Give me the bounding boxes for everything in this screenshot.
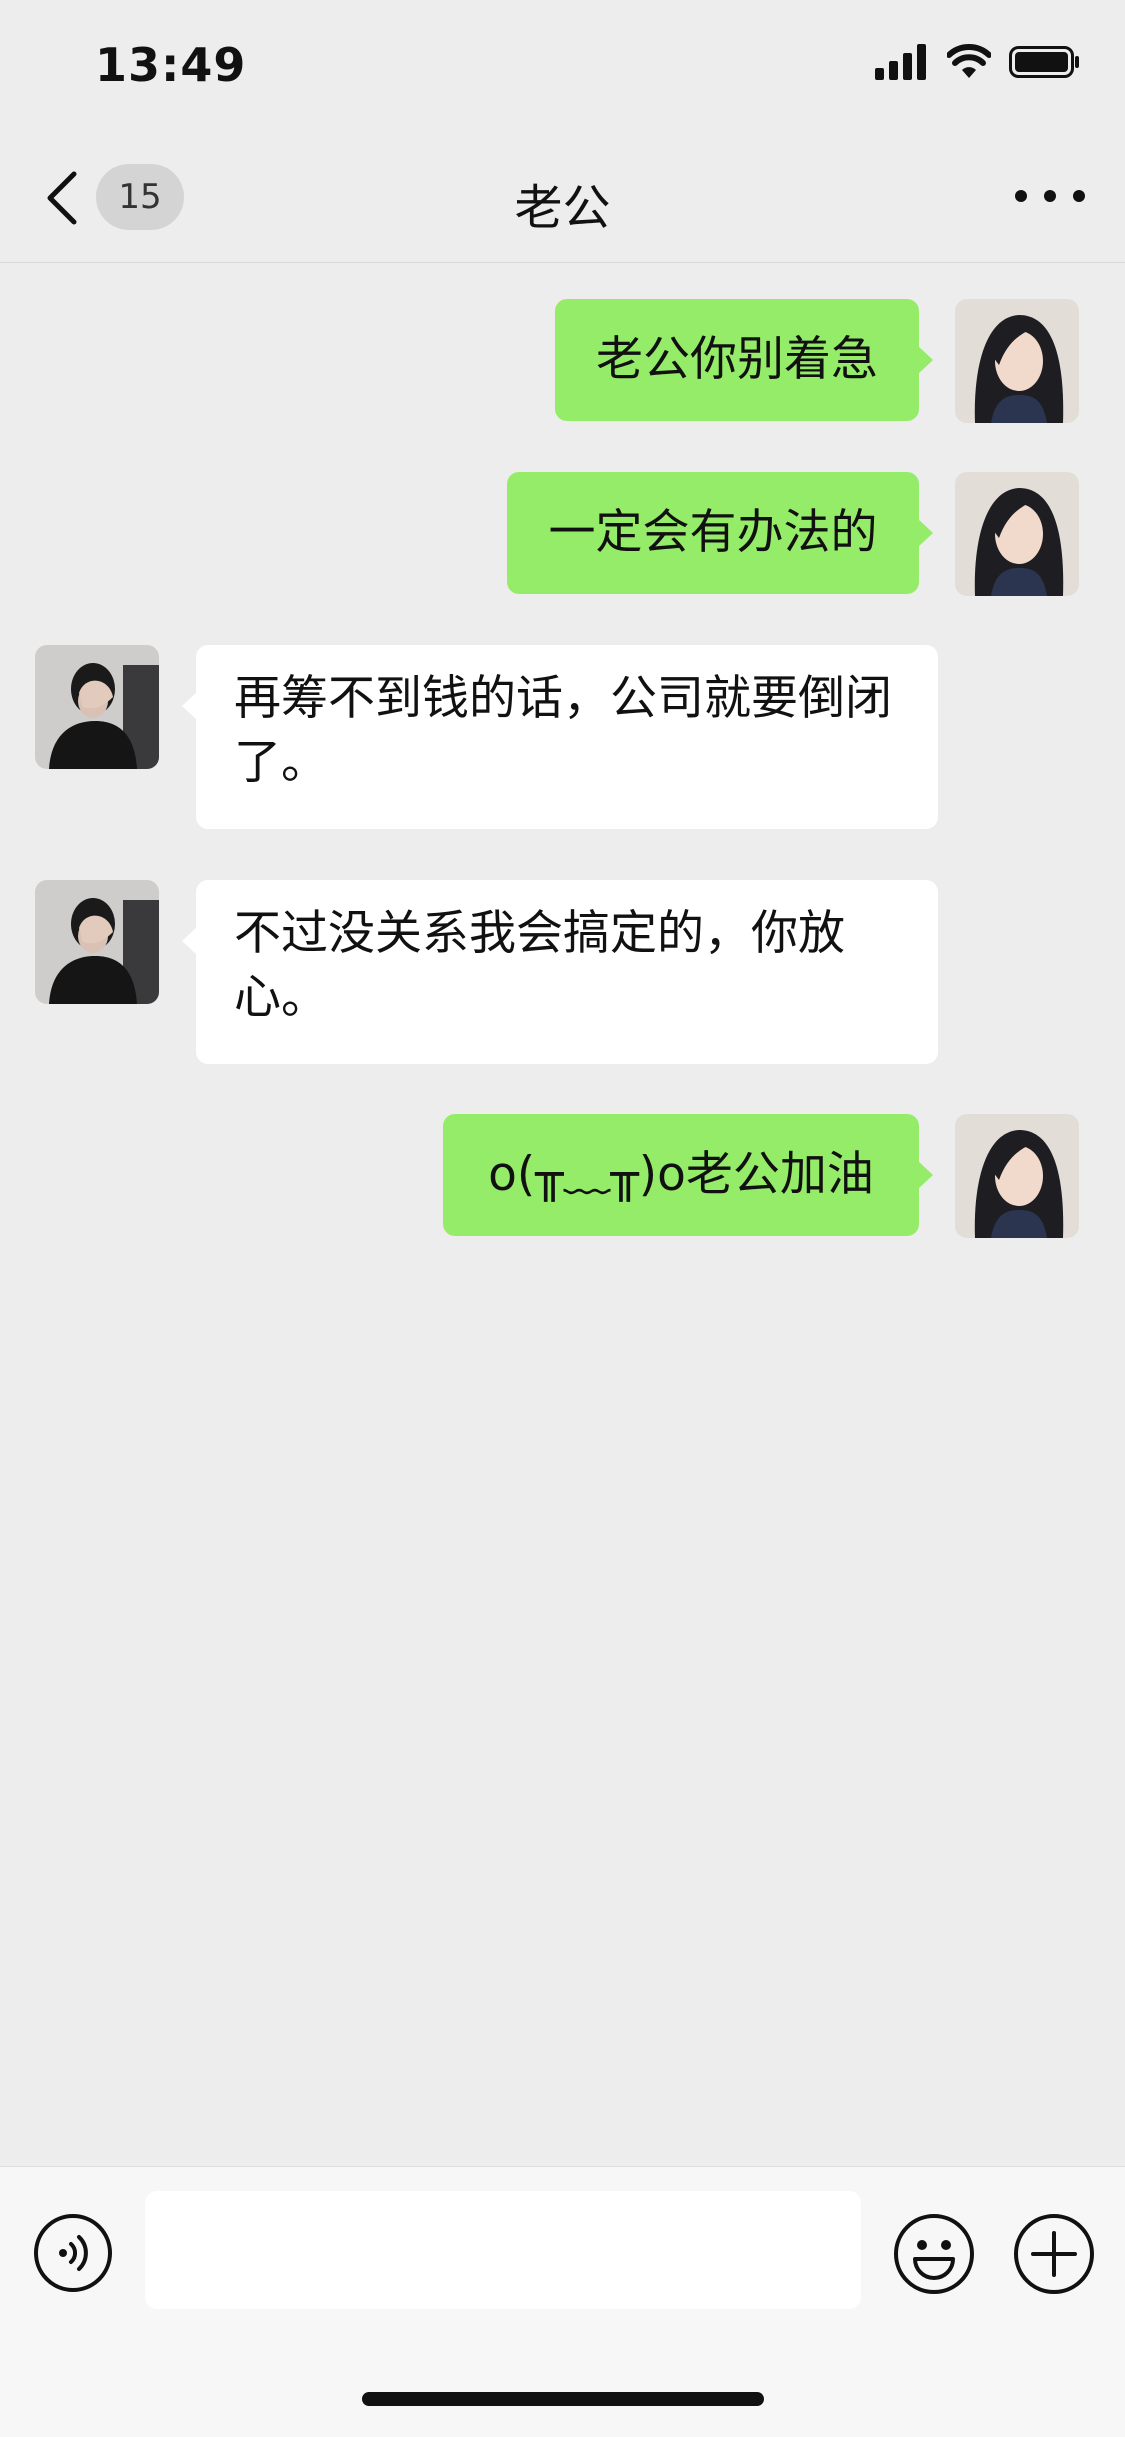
wifi-icon xyxy=(947,44,991,78)
message-bubble[interactable]: 老公你别着急 xyxy=(555,299,933,421)
message-input[interactable] xyxy=(145,2191,861,2309)
my-avatar[interactable] xyxy=(955,1114,1079,1238)
message-row-sent: o(╥﹏╥)o老公加油 xyxy=(0,1114,1125,1238)
my-avatar[interactable] xyxy=(955,299,1079,423)
more-options-icon[interactable] xyxy=(1015,178,1085,214)
chat-header: 15 老公 xyxy=(0,130,1125,263)
contact-avatar[interactable] xyxy=(35,645,159,769)
message-bubble[interactable]: 一定会有办法的 xyxy=(507,472,933,594)
contact-avatar[interactable] xyxy=(35,880,159,1004)
message-row-sent: 老公你别着急 xyxy=(0,299,1125,423)
message-row-sent: 一定会有办法的 xyxy=(0,472,1125,596)
more-dot xyxy=(1073,190,1085,202)
message-row-received: 不过没关系我会搞定的，你放心。 xyxy=(0,880,1125,1066)
signal-icon xyxy=(875,44,926,80)
battery-icon xyxy=(1009,46,1079,78)
plus-icon[interactable] xyxy=(1013,2213,1095,2295)
my-avatar[interactable] xyxy=(955,472,1079,596)
message-bubble[interactable]: 再筹不到钱的话，公司就要倒闭了。 xyxy=(182,645,938,829)
more-dot xyxy=(1015,190,1027,202)
status-time: 13:49 xyxy=(95,38,247,92)
emoji-icon[interactable] xyxy=(893,2213,975,2295)
more-dot xyxy=(1044,190,1056,202)
status-icons xyxy=(875,44,1081,80)
message-bubble[interactable]: o(╥﹏╥)o老公加油 xyxy=(443,1114,933,1236)
message-row-received: 再筹不到钱的话，公司就要倒闭了。 xyxy=(0,645,1125,831)
chat-title: 老公 xyxy=(514,180,611,236)
message-bubble[interactable]: 不过没关系我会搞定的，你放心。 xyxy=(182,880,938,1064)
home-indicator[interactable] xyxy=(362,2392,764,2406)
voice-icon[interactable] xyxy=(33,2213,113,2293)
status-bar: 13:49 xyxy=(0,0,1125,130)
